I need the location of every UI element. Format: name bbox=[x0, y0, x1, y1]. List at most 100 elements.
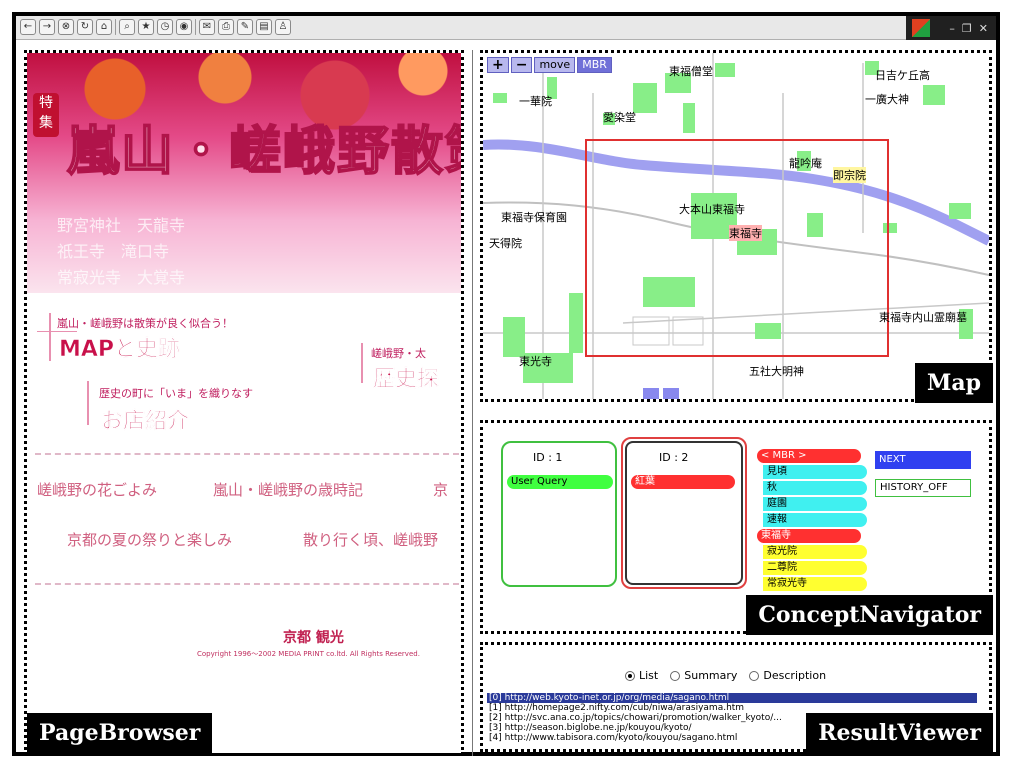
map-controls: + − move MBR bbox=[487, 57, 612, 73]
kyoto-tourism-logo[interactable]: 京都 観光 bbox=[283, 627, 344, 647]
windows-logo-icon bbox=[912, 19, 930, 37]
divider bbox=[35, 453, 459, 455]
result-viewer-panel: List Summary Description [0] http://web.… bbox=[480, 642, 993, 753]
radio-icon[interactable] bbox=[670, 670, 681, 681]
copyright-text: Copyright 1996～2002 MEDIA PRINT co.ltd. … bbox=[197, 650, 420, 658]
concept-item[interactable]: 東福寺 bbox=[757, 529, 861, 543]
radio-icon[interactable] bbox=[749, 670, 760, 681]
summer-festival-link[interactable]: 京都の夏の祭りと楽しみ bbox=[67, 529, 232, 550]
next-button[interactable]: NEXT bbox=[875, 451, 971, 469]
map-place-label[interactable]: 東光寺 bbox=[519, 353, 552, 369]
print-icon[interactable]: ⎙ bbox=[218, 19, 234, 35]
map-place-label[interactable]: 東福寺 bbox=[729, 225, 762, 241]
forward-icon[interactable]: → bbox=[39, 19, 55, 35]
flower-calendar-link[interactable]: 嵯峨野の花ごよみ bbox=[37, 479, 157, 500]
zoom-in-button[interactable]: + bbox=[487, 57, 509, 73]
map-place-label[interactable]: 愛染堂 bbox=[603, 109, 636, 125]
back-icon[interactable]: ← bbox=[20, 19, 36, 35]
query-id: ID : 1 bbox=[533, 451, 563, 464]
summary-option[interactable]: Summary bbox=[670, 669, 737, 682]
history-toggle-button[interactable]: HISTORY_OFF bbox=[875, 479, 971, 497]
discuss-icon[interactable]: ▤ bbox=[256, 19, 272, 35]
edit-icon[interactable]: ✎ bbox=[237, 19, 253, 35]
messenger-icon[interactable]: ♙ bbox=[275, 19, 291, 35]
decorative-cross bbox=[49, 313, 51, 361]
page-content: 嵐山・嵯峨野は散策が良く似合う！ MAPと史跡 嵯峨野・太 歴史探 歴史の町に「… bbox=[27, 293, 461, 753]
refresh-icon[interactable]: ↻ bbox=[77, 19, 93, 35]
toolbar-icons: ← → ⊗ ↻ ⌂ ⌕ ★ ◷ ◉ ✉ ⎙ ✎ ▤ ♙ bbox=[20, 19, 291, 35]
map-place-label[interactable]: 一廣大神 bbox=[865, 91, 909, 107]
mbr-button[interactable]: MBR bbox=[577, 57, 612, 73]
concept-item[interactable]: 二尊院 bbox=[763, 561, 867, 575]
map-label: Map bbox=[915, 363, 993, 403]
map-canvas[interactable]: + − move MBR 東福僧堂 日吉ケ丘高 一華院 一廣大神 愛染堂 龍吟庵… bbox=[483, 53, 989, 399]
user-query-tag[interactable]: User Query bbox=[507, 475, 613, 489]
concept-item[interactable]: 見頃 bbox=[763, 465, 867, 479]
decorative-cross bbox=[361, 343, 363, 383]
media-icon[interactable]: ◉ bbox=[176, 19, 192, 35]
close-icon[interactable]: ✕ bbox=[979, 22, 988, 35]
map-place-label[interactable]: 龍吟庵 bbox=[789, 155, 822, 171]
history-link-caption[interactable]: 嵯峨野・太 bbox=[371, 345, 426, 361]
concept-item[interactable]: 常寂光寺 bbox=[763, 577, 867, 591]
map-link[interactable]: MAPと史跡 bbox=[59, 331, 181, 363]
map-place-label[interactable]: 東福寺保育園 bbox=[501, 209, 567, 225]
favorites-icon[interactable]: ★ bbox=[138, 19, 154, 35]
map-place-label[interactable]: 東福寺内山霊廟墓 bbox=[879, 309, 967, 325]
map-place-label[interactable]: 一華院 bbox=[519, 93, 552, 109]
decorative-cross bbox=[87, 381, 89, 425]
map-link-caption[interactable]: 嵐山・嵯峨野は散策が良く似合う！ bbox=[57, 315, 233, 331]
shop-link-caption[interactable]: 歴史の町に「いま」を織りなす bbox=[99, 385, 253, 401]
browser-toolbar: ← → ⊗ ↻ ⌂ ⌕ ★ ◷ ◉ ✉ ⎙ ✎ ▤ ♙ – ❐ ✕ bbox=[16, 16, 996, 40]
page-browser-panel: 特集 嵐山・嵯峨野散策 野宮神社 天龍寺 祇王寺 滝口寺 常寂光寺 大覚寺 嵐山… bbox=[24, 50, 464, 756]
almanac-link[interactable]: 嵐山・嵯峨野の歳時記 bbox=[213, 479, 363, 500]
concept-item[interactable]: 庭園 bbox=[763, 497, 867, 511]
list-option[interactable]: List bbox=[625, 669, 658, 682]
result-item[interactable]: [0] http://web.kyoto-inet.or.jp/org/medi… bbox=[487, 693, 977, 703]
move-button[interactable]: move bbox=[534, 57, 576, 73]
toolbar-separator bbox=[195, 19, 196, 35]
map-place-label[interactable]: 天得院 bbox=[489, 235, 522, 251]
radio-selected-icon[interactable] bbox=[625, 670, 635, 681]
result-item[interactable]: [1] http://homepage2.nifty.com/cub/niwa/… bbox=[487, 703, 977, 713]
autumn-link[interactable]: 散り行く頃、嵯峨野 bbox=[303, 529, 438, 550]
map-panel: + − move MBR 東福僧堂 日吉ケ丘高 一華院 一廣大神 愛染堂 龍吟庵… bbox=[480, 50, 993, 403]
map-place-label[interactable]: 大本山東福寺 bbox=[679, 201, 745, 217]
history-link[interactable]: 歴史探 bbox=[373, 361, 440, 393]
mail-icon[interactable]: ✉ bbox=[199, 19, 215, 35]
list-option-label: List bbox=[639, 669, 659, 682]
concept-navigator-panel: ID : 1 User Query ID : 2 紅葉 < MBR > 見頃 秋… bbox=[480, 420, 993, 635]
keyword-tag[interactable]: 紅葉 bbox=[631, 475, 735, 489]
concept-item[interactable]: 寂光院 bbox=[763, 545, 867, 559]
concept-navigator-label: ConceptNavigator bbox=[746, 595, 993, 635]
result-viewer-label: ResultViewer bbox=[806, 713, 993, 753]
kyoto-link[interactable]: 京 bbox=[433, 479, 448, 500]
zoom-out-button[interactable]: − bbox=[510, 57, 533, 73]
map-place-label[interactable]: 五社大明神 bbox=[749, 363, 804, 379]
toolbar-separator bbox=[115, 19, 116, 35]
history-icon[interactable]: ◷ bbox=[157, 19, 173, 35]
restore-icon[interactable]: ❐ bbox=[962, 22, 972, 35]
query-id: ID : 2 bbox=[659, 451, 689, 464]
description-option[interactable]: Description bbox=[749, 669, 826, 682]
map-place-label[interactable]: 日吉ケ丘高 bbox=[875, 67, 930, 83]
page-browser-label: PageBrowser bbox=[27, 713, 213, 753]
map-place-label[interactable]: 即宗院 bbox=[833, 167, 866, 183]
concept-item[interactable]: < MBR > bbox=[757, 449, 861, 463]
pane-splitter[interactable] bbox=[472, 50, 473, 756]
page-header-banner: 特集 嵐山・嵯峨野散策 野宮神社 天龍寺 祇王寺 滝口寺 常寂光寺 大覚寺 bbox=[27, 53, 461, 293]
stop-icon[interactable]: ⊗ bbox=[58, 19, 74, 35]
banner-place-names: 野宮神社 天龍寺 祇王寺 滝口寺 常寂光寺 大覚寺 bbox=[57, 216, 186, 287]
map-place-label[interactable]: 東福僧堂 bbox=[669, 63, 713, 79]
query-box-1[interactable]: ID : 1 User Query bbox=[501, 441, 617, 587]
summary-option-label: Summary bbox=[684, 669, 738, 682]
minimize-icon[interactable]: – bbox=[949, 22, 955, 35]
search-icon[interactable]: ⌕ bbox=[119, 19, 135, 35]
shop-link[interactable]: お店紹介 bbox=[101, 403, 190, 435]
description-option-label: Description bbox=[763, 669, 827, 682]
home-icon[interactable]: ⌂ bbox=[96, 19, 112, 35]
application-window: ← → ⊗ ↻ ⌂ ⌕ ★ ◷ ◉ ✉ ⎙ ✎ ▤ ♙ – ❐ ✕ 特集 嵐山・… bbox=[12, 12, 1000, 756]
query-box-2[interactable]: ID : 2 紅葉 bbox=[621, 437, 747, 589]
concept-item[interactable]: 秋 bbox=[763, 481, 867, 495]
concept-item[interactable]: 速報 bbox=[763, 513, 867, 527]
